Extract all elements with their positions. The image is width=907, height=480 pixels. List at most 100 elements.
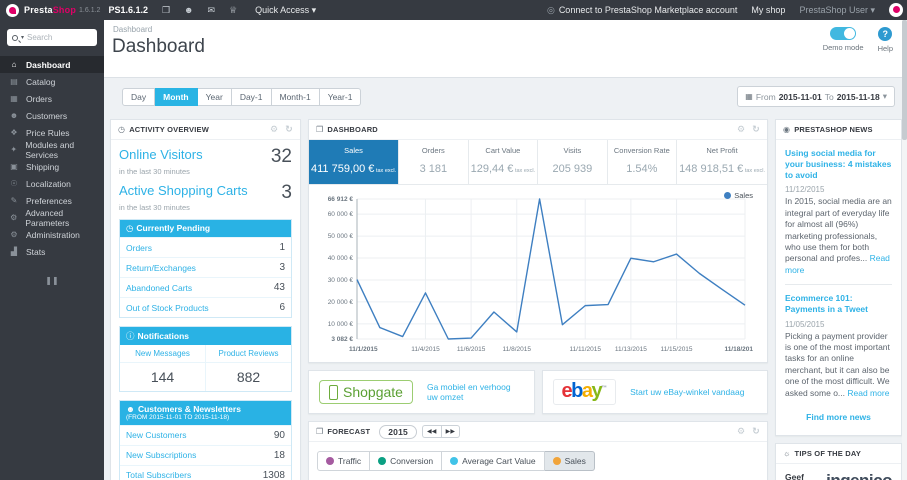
- sales-chart: Sales 66 912 € 60 000 € 50 000 € 40 000 € 30…: [309, 185, 767, 362]
- forecast-tab-label: Average Cart Value: [462, 456, 536, 466]
- topbar-shortcut-icons: ❒ ☻ ✉ ♕: [162, 5, 251, 16]
- scrollbar-thumb[interactable]: [902, 20, 907, 140]
- customers-icon: ☻: [9, 111, 19, 120]
- activity-row-label[interactable]: Return/Exchanges: [126, 263, 196, 273]
- cart-icon[interactable]: ❒: [162, 5, 170, 15]
- sidebar-item-customers[interactable]: ☻ Customers: [0, 107, 104, 124]
- user-menu[interactable]: PrestaShop User ▾: [799, 5, 875, 16]
- gear-icon[interactable]: ⚙: [270, 124, 278, 135]
- sidebar-collapse-icon[interactable]: ❚❚: [0, 276, 104, 285]
- forecast-tab-average-cart-value[interactable]: Average Cart Value: [442, 451, 545, 471]
- kpi-cart-value[interactable]: Cart Value 129,44 € tax excl.: [469, 140, 539, 184]
- activity-column-label[interactable]: New Messages: [120, 349, 205, 363]
- my-shop-link[interactable]: My shop: [751, 5, 785, 15]
- refresh-icon[interactable]: ↻: [752, 426, 760, 437]
- date-range-picker[interactable]: ▦ From 2015-11-01 To 2015-11-18 ▾: [737, 86, 895, 107]
- activity-section-title: Customers & Newsletters: [137, 404, 241, 414]
- activity-stat-label[interactable]: Online Visitors: [119, 147, 203, 162]
- activity-panel-header: ◷ ACTIVITY OVERVIEW ⚙ ↻: [111, 120, 300, 140]
- ebay-promo-card[interactable]: ebay™ Start uw eBay-winkel vandaag: [541, 370, 768, 414]
- sidebar-item-advanced-parameters[interactable]: ⚙ Advanced Parameters: [0, 208, 104, 228]
- kpi-orders[interactable]: Orders 3 181: [399, 140, 469, 184]
- read-more-link[interactable]: Read more: [785, 253, 890, 274]
- range-button-day-1[interactable]: Day-1: [231, 88, 272, 106]
- activity-stat: Online Visitors 32: [119, 147, 292, 166]
- range-button-year[interactable]: Year: [197, 88, 232, 106]
- activity-row-label[interactable]: Orders: [126, 243, 152, 253]
- header-controls: Demo mode ? Help: [823, 27, 893, 53]
- previous-year-button[interactable]: ◀◀: [421, 425, 441, 438]
- sidebar-item-catalog[interactable]: ▤ Catalog: [0, 73, 104, 90]
- sidebar-search[interactable]: ▾ Search: [7, 29, 97, 46]
- employees-icon[interactable]: ☻: [184, 5, 193, 15]
- shopgate-promo-link[interactable]: Ga mobiel en verhoog uw omzet: [427, 382, 524, 402]
- search-scope-caret-icon[interactable]: ▾: [21, 34, 24, 41]
- activity-stat-label[interactable]: Active Shopping Carts: [119, 183, 248, 198]
- promo-row: Shopgate Ga mobiel en verhoog uw omzet e…: [308, 370, 768, 414]
- svg-text:11/11/2015: 11/11/2015: [569, 346, 601, 353]
- kpi-visits[interactable]: Visits 205 939: [538, 140, 608, 184]
- activity-column-label[interactable]: Product Reviews: [206, 349, 291, 363]
- kpi-conversion-rate[interactable]: Conversion Rate 1.54%: [608, 140, 678, 184]
- range-button-month-1[interactable]: Month-1: [271, 88, 320, 106]
- search-input[interactable]: Search: [27, 33, 52, 42]
- sidebar-item-localization[interactable]: ☉ Localization: [0, 175, 104, 192]
- range-button-day[interactable]: Day: [122, 88, 156, 106]
- sidebar-item-administration[interactable]: ⚙ Administration: [0, 226, 104, 243]
- sidebar-item-preferences[interactable]: ✎ Preferences: [0, 192, 104, 209]
- demo-mode-toggle[interactable]: [830, 27, 857, 40]
- forecast-tab-label: Traffic: [338, 456, 362, 466]
- sidebar-item-shipping[interactable]: ▣ Shipping: [0, 158, 104, 175]
- activity-row: New Customers 90: [120, 424, 291, 445]
- news-article-title[interactable]: Ecommerce 101: Payments in a Tweet: [785, 293, 892, 315]
- activity-section-header: ◷ Currently Pending: [120, 220, 291, 237]
- range-button-month[interactable]: Month: [155, 88, 198, 106]
- right-column: ◉ PRESTASHOP NEWS Using social media for…: [775, 119, 902, 480]
- kpi-value: 148 918,51 € tax excl.: [679, 163, 765, 175]
- sidebar-item-price-rules[interactable]: ❖ Price Rules: [0, 124, 104, 141]
- read-more-link[interactable]: Read more: [847, 388, 889, 398]
- find-more-news-link[interactable]: Find more news: [806, 412, 871, 422]
- forecast-tab-conversion[interactable]: Conversion: [370, 451, 443, 471]
- price-rules-icon: ❖: [10, 128, 18, 137]
- activity-row-label[interactable]: New Customers: [126, 430, 186, 440]
- news-article: Using social media for your business: 4 …: [785, 148, 892, 276]
- kpi-sales[interactable]: Sales 411 759,00 € tax excl.: [309, 140, 400, 184]
- sidebar-item-stats[interactable]: ▟ Stats: [0, 243, 104, 260]
- activity-row-label[interactable]: Abandoned Carts: [126, 283, 192, 293]
- forecast-tab-traffic[interactable]: Traffic: [317, 451, 371, 471]
- mail-icon[interactable]: ✉: [208, 5, 216, 15]
- user-avatar[interactable]: [889, 3, 903, 17]
- quick-access-dropdown[interactable]: Quick Access ▾: [255, 5, 316, 16]
- demo-mode-label: Demo mode: [822, 43, 864, 52]
- refresh-icon[interactable]: ↻: [285, 124, 293, 135]
- help-icon[interactable]: ?: [878, 27, 893, 41]
- dashboard-panel-title: DASHBOARD: [327, 125, 378, 134]
- sidebar-item-dashboard[interactable]: ⌂ Dashboard: [0, 56, 104, 73]
- activity-row-value: 1: [279, 242, 285, 253]
- gear-icon[interactable]: ⚙: [737, 124, 745, 135]
- shop-version: PS1.6.1.2: [108, 5, 148, 15]
- window-scrollbar[interactable]: [902, 20, 907, 480]
- ebay-promo-link[interactable]: Start uw eBay-winkel vandaag: [630, 387, 744, 397]
- svg-text:50 000 €: 50 000 €: [328, 233, 354, 240]
- sidebar-item-label: Catalog: [26, 76, 56, 87]
- sidebar-item-modules-and-services[interactable]: ✦ Modules and Services: [0, 140, 104, 160]
- activity-row-label[interactable]: Out of Stock Products: [126, 303, 209, 313]
- marketplace-link[interactable]: ◎ Connect to PrestaShop Marketplace accou…: [547, 5, 737, 16]
- next-year-button[interactable]: ▶▶: [440, 425, 461, 438]
- activity-row-label[interactable]: New Subscriptions: [126, 450, 196, 460]
- kpi-net-profit[interactable]: Net Profit 148 918,51 € tax excl.: [677, 140, 767, 184]
- sidebar-item-orders[interactable]: ▦ Orders: [0, 90, 104, 107]
- activity-row-label[interactable]: Total Subscribers: [126, 470, 191, 480]
- news-article-title[interactable]: Using social media for your business: 4 …: [785, 148, 892, 181]
- trophy-icon[interactable]: ♕: [229, 5, 237, 15]
- shopgate-promo-card[interactable]: Shopgate Ga mobiel en verhoog uw omzet: [308, 370, 535, 414]
- refresh-icon[interactable]: ↻: [752, 124, 760, 135]
- breadcrumb[interactable]: Dashboard: [104, 20, 907, 36]
- forecast-tab-sales[interactable]: Sales: [544, 451, 595, 471]
- gear-icon[interactable]: ⚙: [737, 426, 745, 437]
- content-area: Day Month Year Day-1 Month-1 Year-1 ▦ From 20…: [104, 79, 907, 480]
- range-button-year-1[interactable]: Year-1: [319, 88, 362, 106]
- sidebar-item-label: Dashboard: [26, 59, 71, 70]
